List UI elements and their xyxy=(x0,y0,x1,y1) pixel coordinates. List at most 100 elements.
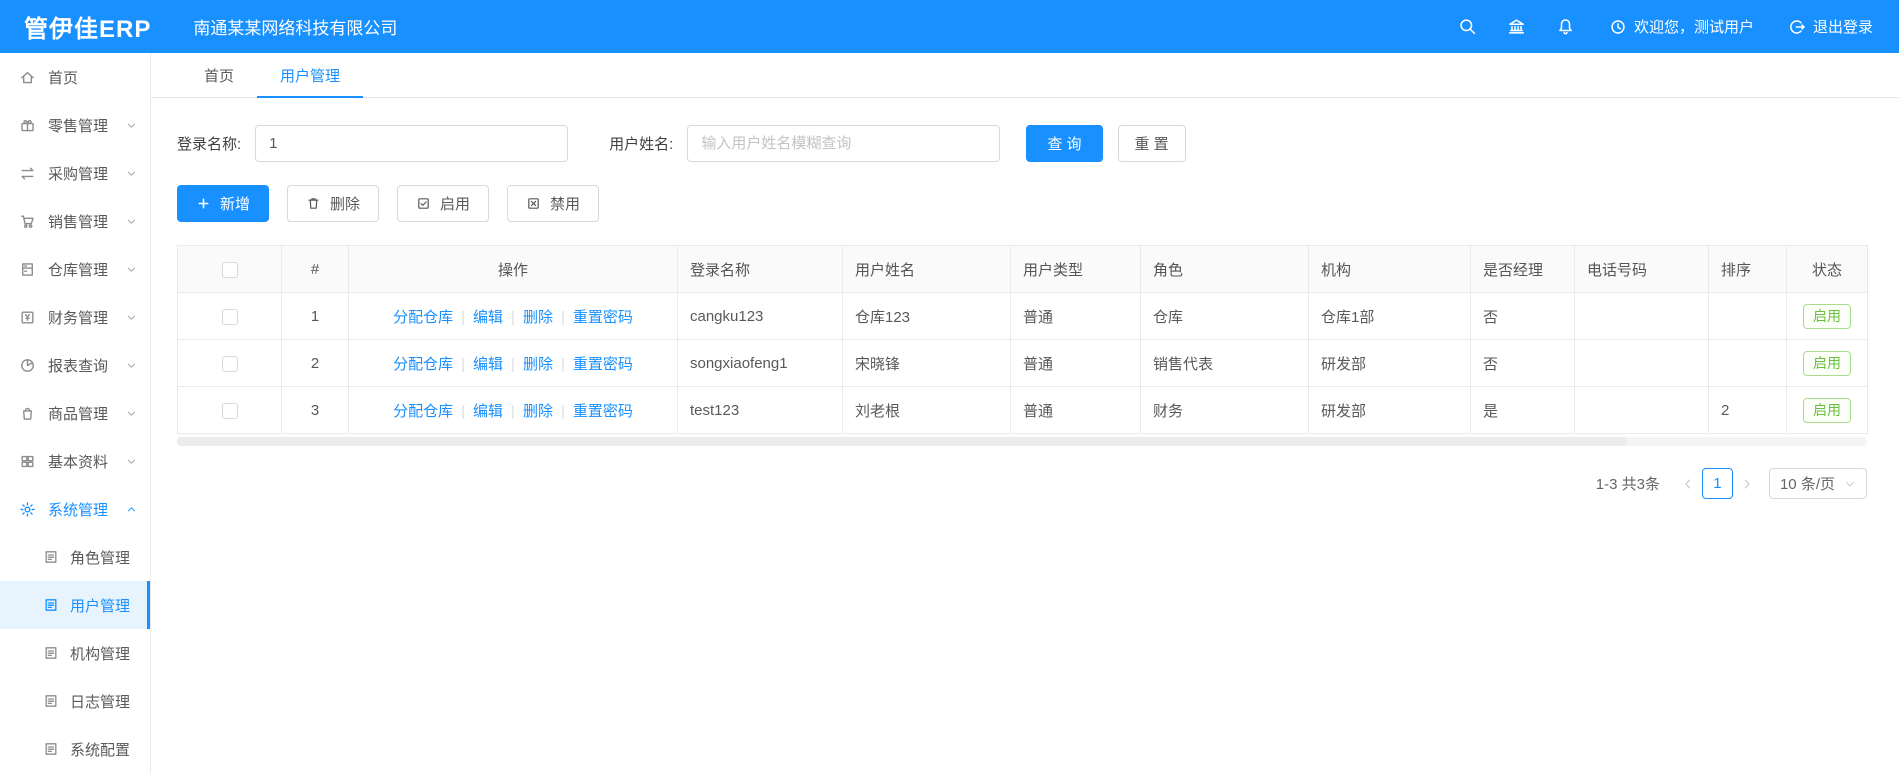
bank-icon[interactable] xyxy=(1507,17,1526,36)
chevron-down-icon xyxy=(1846,481,1854,486)
row-checkbox[interactable] xyxy=(221,308,238,325)
logout-text: 退出登录 xyxy=(1812,19,1873,36)
assign-warehouse-link[interactable]: 分配仓库 xyxy=(393,403,453,420)
trash-icon xyxy=(308,198,319,209)
assign-warehouse-link[interactable]: 分配仓库 xyxy=(393,309,453,326)
company-name: 南通某某网络科技有限公司 xyxy=(193,19,398,38)
user-name-input[interactable] xyxy=(687,125,1001,162)
edit-link[interactable]: 编辑 xyxy=(473,309,503,326)
welcome-user[interactable]: 欢迎您，测试用户 xyxy=(1609,16,1754,37)
reset-password-link[interactable]: 重置密码 xyxy=(573,403,633,420)
logout-button[interactable]: 退出登录 xyxy=(1788,16,1873,37)
row-index: 3 xyxy=(281,386,349,434)
col-login-name: 登录名称 xyxy=(677,245,843,293)
sidebar-item-log-mgmt[interactable]: 日志管理 xyxy=(0,677,150,725)
select-all-checkbox[interactable] xyxy=(221,261,238,278)
cell-sort xyxy=(1708,339,1787,387)
cell-user-name: 宋晓锋 xyxy=(842,339,1011,387)
tab-home[interactable]: 首页 xyxy=(181,53,257,97)
page-size-select[interactable]: 10 条/页 xyxy=(1768,468,1867,499)
col-actions: 操作 xyxy=(348,245,678,293)
report-pie-icon xyxy=(21,358,34,372)
divider: | xyxy=(511,355,515,373)
status-badge[interactable]: 启用 xyxy=(1803,303,1851,329)
next-page-icon[interactable] xyxy=(1740,477,1754,491)
sidebar-item-home[interactable]: 首页 xyxy=(0,53,150,101)
sidebar-item-retail-mgmt[interactable]: 零售管理 xyxy=(0,101,150,149)
row-checkbox[interactable] xyxy=(221,355,238,372)
action-toolbar: 新增 删除 启用 禁用 xyxy=(177,185,1871,222)
sidebar-item-report-query[interactable]: 报表查询 xyxy=(0,341,150,389)
col-phone: 电话号码 xyxy=(1574,245,1709,293)
sidebar-item-label: 首页 xyxy=(48,69,79,87)
chevron-down-icon xyxy=(127,363,136,368)
sidebar-item-role-mgmt[interactable]: 角色管理 xyxy=(0,533,150,581)
sidebar-item-finance-mgmt[interactable]: 财务管理 xyxy=(0,293,150,341)
check-square-icon xyxy=(418,198,429,209)
divider: | xyxy=(560,308,565,326)
add-button[interactable]: 新增 xyxy=(177,185,270,222)
sidebar-item-product-mgmt[interactable]: 商品管理 xyxy=(0,389,150,437)
cell-user-name: 仓库123 xyxy=(842,292,1011,340)
reset-password-link[interactable]: 重置密码 xyxy=(573,356,633,373)
main-area: 首页 用户管理 登录名称: 用户姓名: 查 询 重 置 新增 xyxy=(151,53,1899,499)
tab-label: 用户管理 xyxy=(280,67,341,85)
sidebar-item-label: 基本资料 xyxy=(48,453,109,471)
reset-button[interactable]: 重 置 xyxy=(1117,125,1186,162)
sidebar-item-basic-data[interactable]: 基本资料 xyxy=(0,437,150,485)
disable-button[interactable]: 禁用 xyxy=(507,185,600,222)
chevron-down-icon xyxy=(127,219,136,224)
status-badge[interactable]: 启用 xyxy=(1803,350,1851,376)
edit-link[interactable]: 编辑 xyxy=(473,356,503,373)
row-checkbox[interactable] xyxy=(221,402,238,419)
tab-user-mgmt[interactable]: 用户管理 xyxy=(257,53,364,98)
document-icon xyxy=(45,647,57,659)
disable-button-label: 禁用 xyxy=(550,196,581,213)
prev-page-icon[interactable] xyxy=(1681,477,1695,491)
reset-password-link[interactable]: 重置密码 xyxy=(573,309,633,326)
sidebar: 首页 零售管理 采购管理 销售管理 仓库管理 财务管理 报表查询 商品管理 基本… xyxy=(0,53,151,773)
table-row: 1 分配仓库 | 编辑 | 删除 | 重置密码 cangku123 仓库123 普通 仓库 … xyxy=(177,292,1868,340)
query-button[interactable]: 查 询 xyxy=(1026,125,1103,162)
login-name-input[interactable] xyxy=(255,125,569,162)
col-org: 机构 xyxy=(1308,245,1471,293)
document-icon xyxy=(45,743,57,755)
status-badge[interactable]: 启用 xyxy=(1803,397,1851,423)
sidebar-item-system-mgmt[interactable]: 系统管理 xyxy=(0,485,150,533)
plus-icon xyxy=(198,198,209,209)
chevron-down-icon xyxy=(127,459,136,464)
cell-sort xyxy=(1708,292,1787,340)
delete-link[interactable]: 删除 xyxy=(523,309,553,326)
sidebar-item-purchase-mgmt[interactable]: 采购管理 xyxy=(0,149,150,197)
scrollbar-thumb[interactable] xyxy=(177,437,1627,446)
sidebar-item-warehouse-mgmt[interactable]: 仓库管理 xyxy=(0,245,150,293)
page-number-button[interactable]: 1 xyxy=(1701,468,1733,499)
search-icon[interactable] xyxy=(1458,17,1477,36)
assign-warehouse-link[interactable]: 分配仓库 xyxy=(393,356,453,373)
bell-icon[interactable] xyxy=(1556,17,1575,36)
search-form: 登录名称: 用户姓名: 查 询 重 置 xyxy=(177,125,1871,162)
cell-org: 仓库1部 xyxy=(1308,292,1471,340)
sidebar-item-label: 角色管理 xyxy=(70,549,131,567)
login-name-label: 登录名称: xyxy=(177,136,242,153)
purchase-icon xyxy=(21,166,34,180)
sidebar-item-label: 财务管理 xyxy=(48,309,109,327)
cell-is-manager: 是 xyxy=(1470,386,1575,434)
delete-button[interactable]: 删除 xyxy=(287,185,380,222)
header-actions: 欢迎您，测试用户 退出登录 xyxy=(1428,16,1873,37)
horizontal-scrollbar[interactable] xyxy=(177,437,1867,446)
sidebar-item-user-mgmt[interactable]: 用户管理 xyxy=(0,581,150,629)
sidebar-item-sales-mgmt[interactable]: 销售管理 xyxy=(0,197,150,245)
sidebar-item-system-config[interactable]: 系统配置 xyxy=(0,725,150,773)
delete-link[interactable]: 删除 xyxy=(523,403,553,420)
col-user-type: 用户类型 xyxy=(1010,245,1141,293)
sidebar-item-org-mgmt[interactable]: 机构管理 xyxy=(0,629,150,677)
enable-button[interactable]: 启用 xyxy=(397,185,490,222)
table-header-row: # 操作 登录名称 用户姓名 用户类型 角色 机构 是否经理 电话号码 排序 状… xyxy=(177,245,1868,293)
sales-cart-icon xyxy=(20,214,34,228)
edit-link[interactable]: 编辑 xyxy=(473,403,503,420)
row-index: 2 xyxy=(281,339,349,387)
chevron-down-icon xyxy=(127,171,136,176)
delete-link[interactable]: 删除 xyxy=(523,356,553,373)
divider: | xyxy=(560,355,565,373)
